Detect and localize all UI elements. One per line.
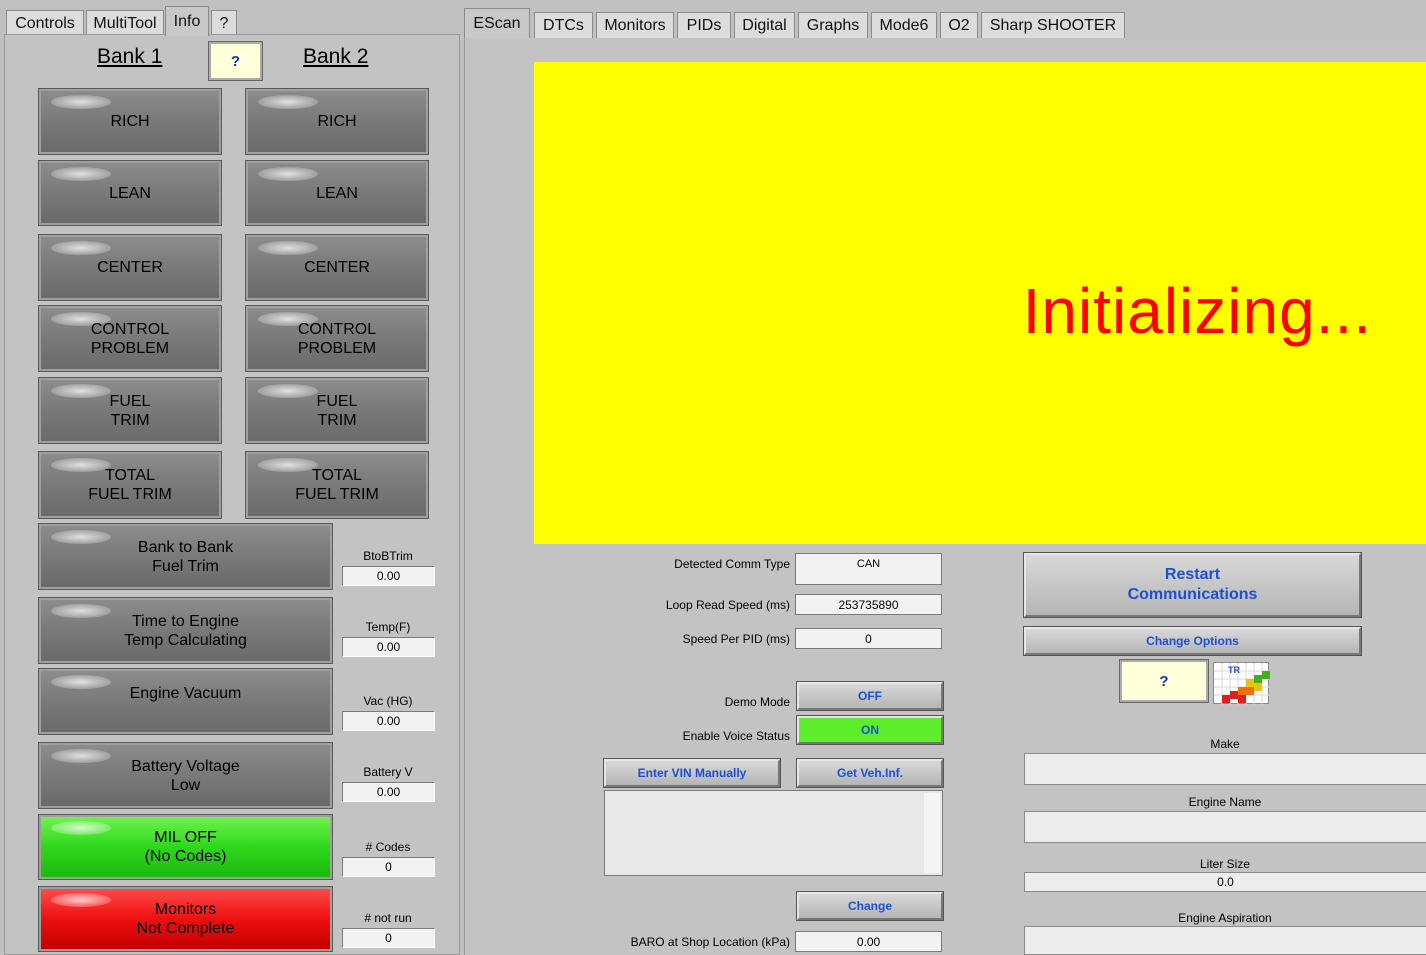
get-vehicle-info-button[interactable]: Get Veh.Inf.: [796, 758, 944, 788]
battery-voltage-indicator: Battery Voltage Low: [38, 742, 333, 809]
status-display: Initializing...: [534, 62, 1426, 544]
tab-digital[interactable]: Digital: [734, 12, 795, 38]
change-baro-button[interactable]: Change: [796, 891, 944, 921]
tab-mode6[interactable]: Mode6: [871, 12, 937, 38]
codes-value: 0: [342, 857, 435, 877]
loop-speed-label: Loop Read Speed (ms): [665, 598, 790, 612]
vacuum-value: 0.00: [342, 711, 435, 731]
demo-mode-label: Demo Mode: [724, 695, 790, 709]
codes-label: # Codes: [365, 840, 411, 854]
voice-status-toggle[interactable]: ON: [796, 715, 944, 745]
bank2-rich-indicator: RICH: [245, 88, 429, 155]
loop-speed-value: 253735890: [795, 594, 942, 615]
engine-temp-indicator: Time to Engine Temp Calculating: [38, 597, 333, 664]
tab-dtcs[interactable]: DTCs: [534, 12, 593, 38]
temp-label: Temp(F): [365, 620, 411, 634]
escan-help-button[interactable]: ?: [1119, 659, 1209, 703]
bank1-total-fuel-trim-indicator: TOTAL FUEL TRIM: [38, 451, 222, 519]
change-options-button[interactable]: Change Options: [1023, 626, 1362, 656]
bank1-control-problem-indicator: CONTROL PROBLEM: [38, 305, 222, 372]
liter-size-label: Liter Size: [1199, 857, 1251, 871]
vin-textarea[interactable]: [604, 790, 943, 876]
voice-status-label: Enable Voice Status: [682, 729, 790, 743]
bank2-center-indicator: CENTER: [245, 234, 429, 301]
tab-sharp-shooter[interactable]: Sharp SHOOTER: [981, 12, 1125, 38]
baro-value: 0.00: [795, 931, 942, 952]
bank1-lean-indicator: LEAN: [38, 160, 222, 226]
bank2-control-problem-indicator: CONTROL PROBLEM: [245, 305, 429, 372]
engine-name-label: Engine Name: [1188, 795, 1262, 809]
speed-per-pid-label: Speed Per PID (ms): [682, 632, 790, 646]
liter-size-field: 0.0: [1024, 872, 1426, 892]
monitors-status-indicator: Monitors Not Complete: [38, 886, 333, 952]
bank1-title: Bank 1: [97, 45, 163, 68]
engine-name-field: [1024, 811, 1426, 843]
tab-graphs[interactable]: Graphs: [798, 12, 868, 38]
baro-label: BARO at Shop Location (kPa): [630, 935, 790, 949]
vacuum-label: Vac (HG): [363, 694, 413, 708]
bank2-title: Bank 2: [303, 45, 369, 68]
mil-status-indicator: MIL OFF (No Codes): [38, 814, 333, 880]
temp-value: 0.00: [342, 637, 435, 657]
not-run-label: # not run: [364, 911, 412, 925]
not-run-value: 0: [342, 928, 435, 948]
tab-escan[interactable]: EScan: [464, 8, 530, 38]
bank2-fuel-trim-indicator: FUEL TRIM: [245, 377, 429, 444]
tab-controls[interactable]: Controls: [6, 10, 84, 36]
tab-pids[interactable]: PIDs: [677, 12, 731, 38]
bank2-total-fuel-trim-indicator: TOTAL FUEL TRIM: [245, 451, 429, 519]
bank-to-bank-fuel-trim-indicator: Bank to Bank Fuel Trim: [38, 523, 333, 590]
make-field: [1024, 753, 1426, 785]
tab-o2[interactable]: O2: [940, 12, 978, 38]
bank1-rich-indicator: RICH: [38, 88, 222, 155]
engine-vacuum-indicator: Engine Vacuum: [38, 668, 333, 735]
restart-communications-button[interactable]: Restart Communications: [1023, 552, 1362, 618]
svg-text:TR: TR: [1228, 665, 1240, 675]
btob-trim-label: BtoBTrim: [363, 549, 413, 563]
tab-monitors[interactable]: Monitors: [596, 12, 674, 38]
chart-icon[interactable]: TR: [1213, 662, 1270, 705]
speed-per-pid-value: 0: [795, 628, 942, 649]
vin-scrollbar[interactable]: [924, 793, 940, 873]
status-text: Initializing...: [1022, 275, 1372, 347]
battery-value: 0.00: [342, 782, 435, 802]
btob-trim-value: 0.00: [342, 566, 435, 586]
demo-mode-toggle[interactable]: OFF: [796, 681, 944, 711]
make-label: Make: [1210, 737, 1240, 751]
tab-info[interactable]: Info: [165, 6, 209, 36]
bank1-fuel-trim-indicator: FUEL TRIM: [38, 377, 222, 444]
engine-aspiration-field: [1024, 926, 1426, 955]
enter-vin-button[interactable]: Enter VIN Manually: [603, 758, 781, 788]
battery-label: Battery V: [363, 765, 413, 779]
tab-multitool[interactable]: MultiTool: [86, 10, 164, 36]
comm-type-label: Detected Comm Type: [674, 557, 790, 571]
tab-help[interactable]: ?: [211, 10, 237, 36]
engine-aspiration-label: Engine Aspiration: [1178, 911, 1272, 925]
comm-type-value: CAN: [795, 553, 942, 585]
bank1-center-indicator: CENTER: [38, 234, 222, 301]
bank-help-button[interactable]: ?: [208, 41, 263, 81]
bank2-lean-indicator: LEAN: [245, 160, 429, 226]
